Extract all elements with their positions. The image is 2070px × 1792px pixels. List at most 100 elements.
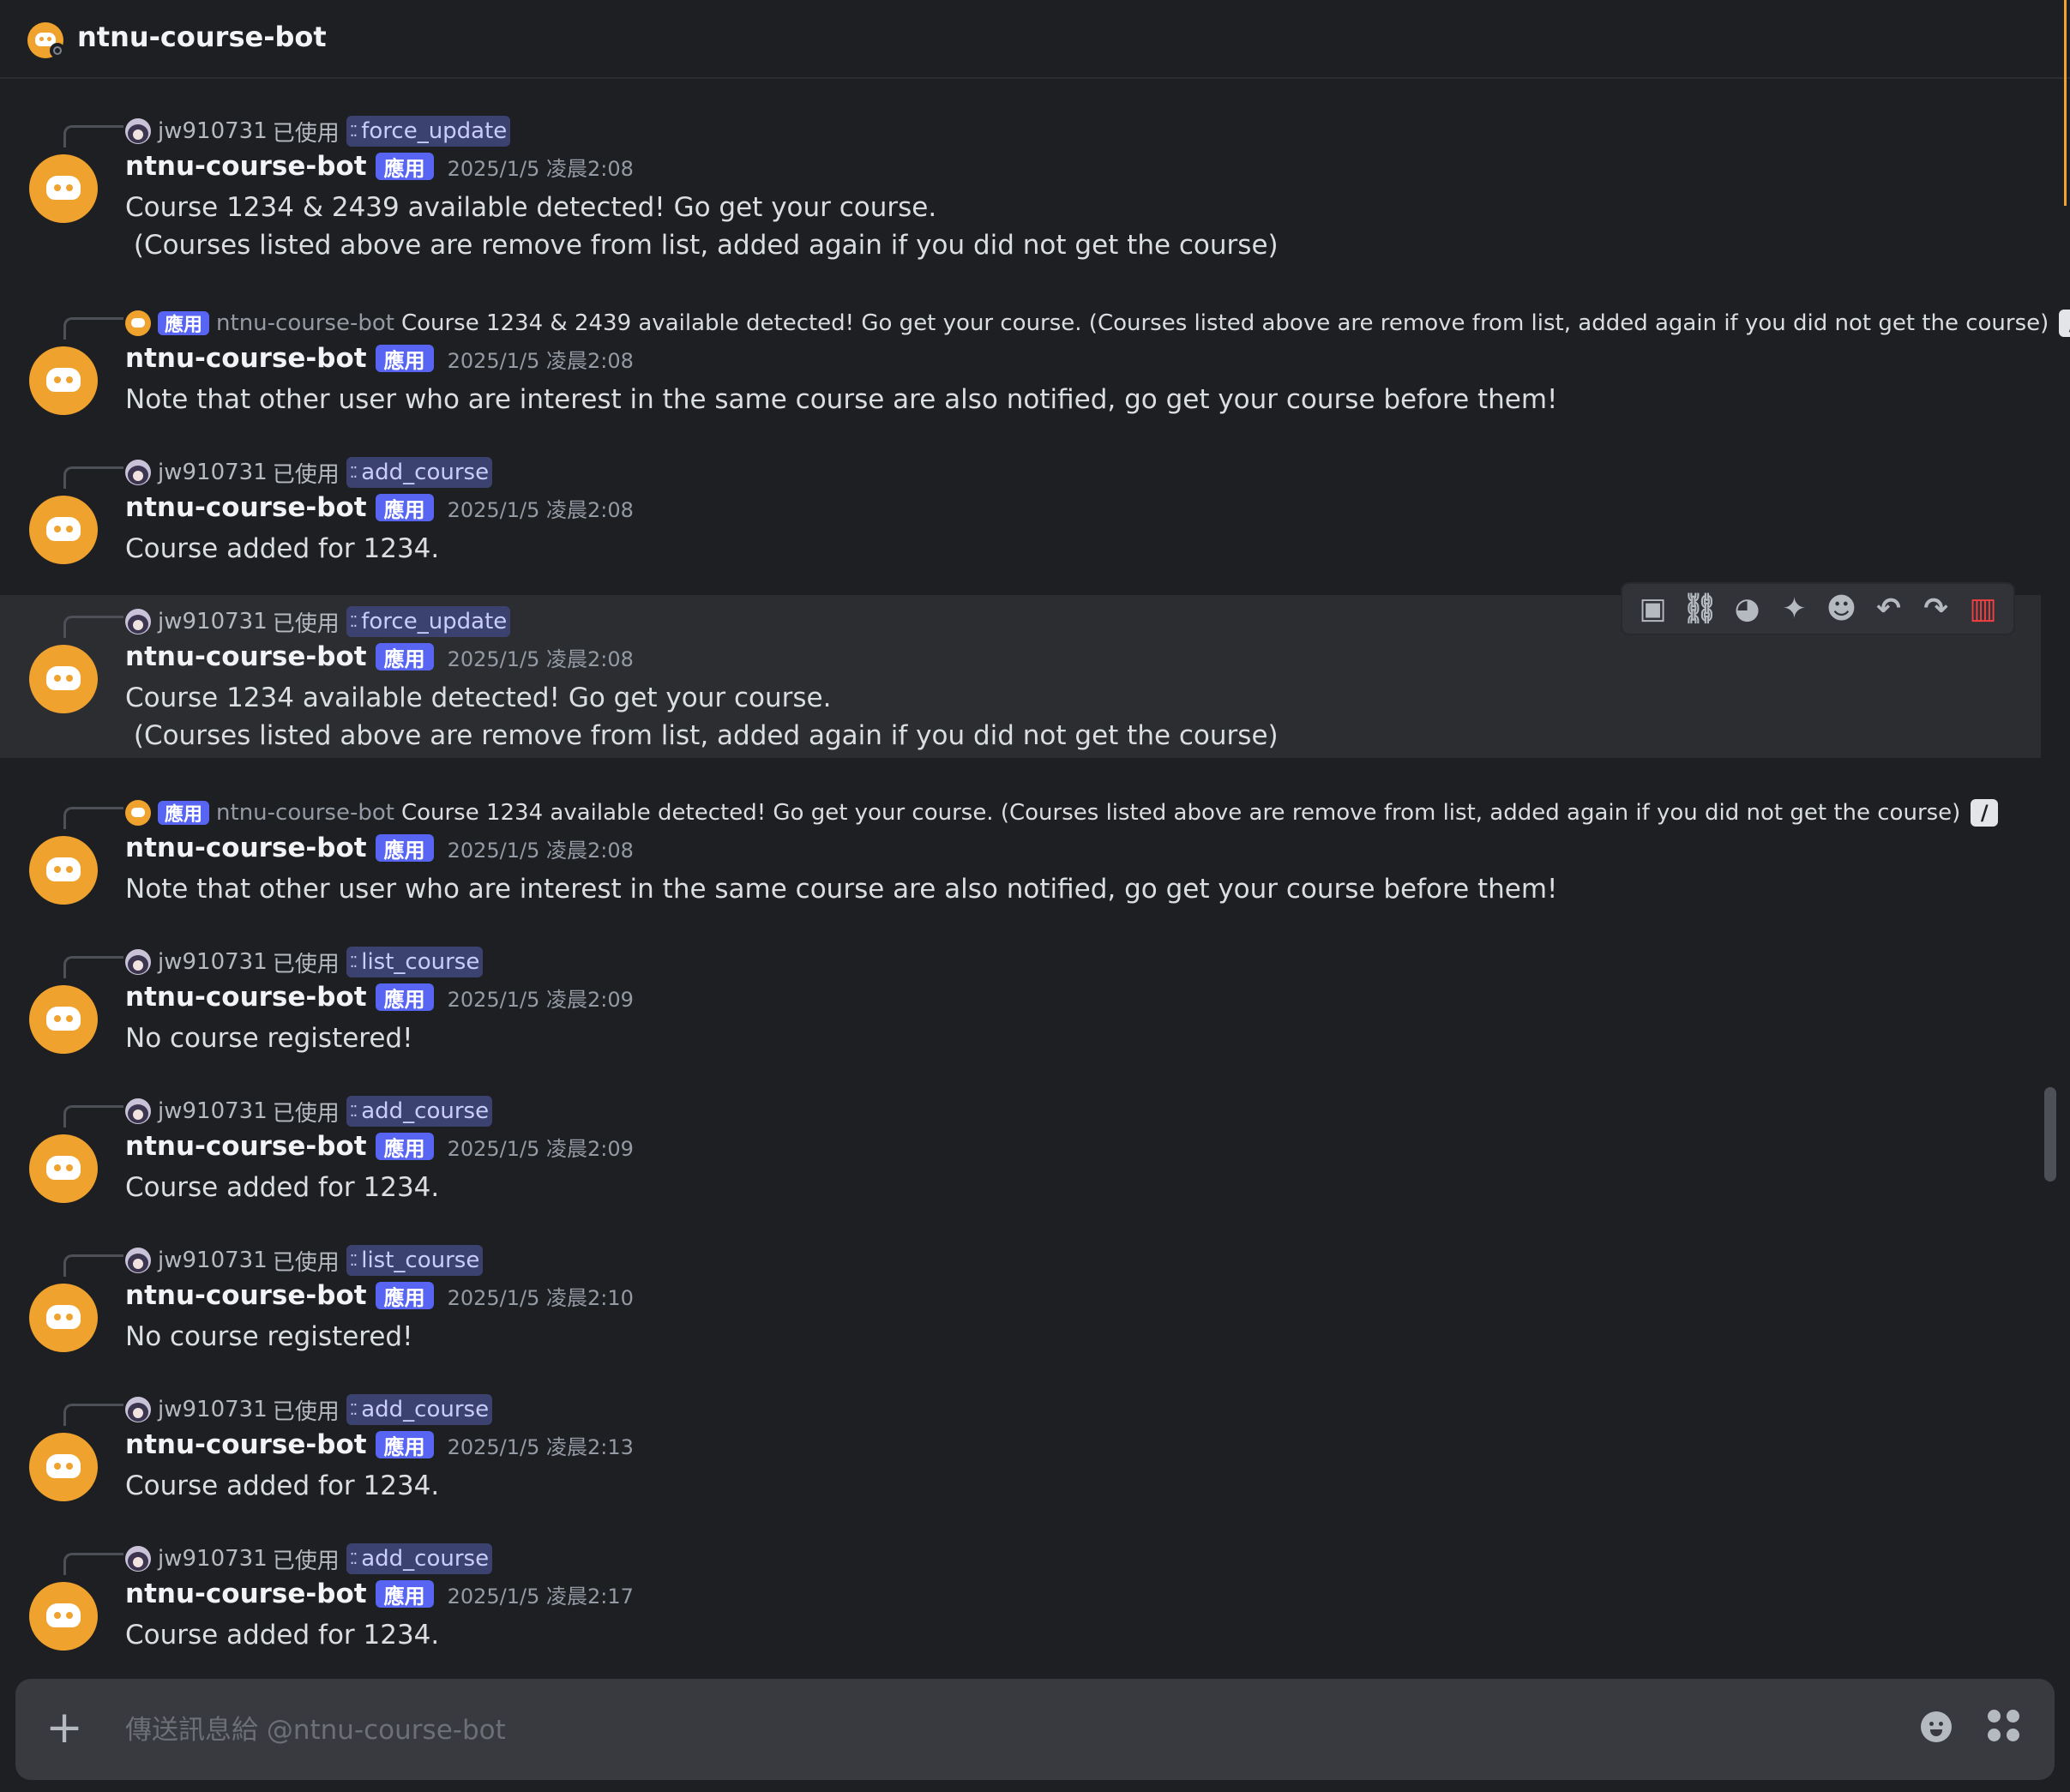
copy-link-icon[interactable]: ⛓ [1682,591,1718,627]
author-name[interactable]: ntnu-course-bot [125,1131,367,1162]
message[interactable]: jw910731 已使用 ⁚⁚ list_course ntnu-course-b… [0,935,2041,1073]
app-tag: 應用 [158,311,210,336]
timestamp[interactable]: 2025/1/5 凌晨2:08 [448,493,634,523]
reply-preview-text[interactable]: Course 1234 available detected! Go get y… [401,800,1960,826]
emoji-icon[interactable] [1921,1711,1952,1742]
user-avatar[interactable] [125,1248,151,1273]
message[interactable]: jw910731 已使用 ⁚⁚ add_course ntnu-course-bo… [0,1532,2041,1669]
scrollbar[interactable] [2044,1087,2056,1182]
author-name[interactable]: ntnu-course-bot [125,343,367,374]
bot-avatar[interactable] [29,1284,98,1352]
message[interactable]: 應用 ntnu-course-bot Course 1234 available… [0,786,2041,923]
message[interactable]: jw910731 已使用 ⁚⁚ add_course ntnu-course-bo… [0,446,2041,583]
author-name[interactable]: ntnu-course-bot [125,492,367,523]
command-user[interactable]: jw910731 [158,609,268,634]
timestamp[interactable]: 2025/1/5 凌晨2:09 [448,983,634,1013]
attach-plus-icon[interactable]: + [45,1705,84,1750]
reply-reference[interactable]: 應用 ntnu-course-bot Course 1234 & 2439 av… [125,307,2070,340]
timestamp[interactable]: 2025/1/5 凌晨2:08 [448,833,634,863]
bot-avatar[interactable] [29,346,98,415]
user-avatar[interactable] [125,1098,151,1124]
bot-avatar[interactable] [29,985,98,1054]
copy-id-icon[interactable]: ▣ [1635,591,1671,627]
user-avatar[interactable] [125,1546,151,1572]
timestamp[interactable]: 2025/1/5 凌晨2:08 [448,344,634,374]
command-name: add_course [361,1098,490,1124]
message[interactable]: 應用 ntnu-course-bot Course 1234 & 2439 av… [0,297,2070,434]
reply-reference[interactable]: jw910731 已使用 ⁚⁚ list_course [125,946,484,978]
reply-reference[interactable]: jw910731 已使用 ⁚⁚ add_course [125,1542,493,1575]
bot-avatar[interactable] [29,1433,98,1501]
bot-avatar[interactable] [29,154,98,223]
message[interactable]: jw910731 已使用 ⁚⁚ list_course ntnu-course-b… [0,1234,2041,1371]
timestamp[interactable]: 2025/1/5 凌晨2:09 [448,1132,634,1162]
reply-preview-text[interactable]: Course 1234 & 2439 available detected! G… [401,310,2049,336]
command-user[interactable]: jw910731 [158,949,268,975]
forward-icon[interactable]: ↷ [1918,591,1954,627]
reply-reference[interactable]: jw910731 已使用 ⁚⁚ add_course [125,456,493,489]
command-user[interactable]: jw910731 [158,1248,268,1273]
author-name[interactable]: ntnu-course-bot [125,982,367,1013]
message[interactable]: jw910731 已使用 ⁚⁚ force_update ntnu-course-… [0,105,2041,268]
scroll-indicator [2064,0,2067,206]
command-pill[interactable]: ⁚⁚ add_course [346,1096,493,1127]
pin-icon[interactable]: ✦ [1777,591,1813,627]
author-name[interactable]: ntnu-course-bot [125,833,367,863]
command-name: force_update [361,118,508,144]
apps-icon[interactable] [1988,1710,2022,1744]
command-user[interactable]: jw910731 [158,118,268,144]
user-avatar[interactable] [125,460,151,485]
bot-avatar[interactable] [29,1582,98,1651]
delete-icon[interactable]: ▥ [1965,591,2001,627]
author-name[interactable]: ntnu-course-bot [125,151,367,182]
app-tag: 應用 [375,1580,434,1609]
message-header: ntnu-course-bot 應用 2025/1/5 凌晨2:08 [125,641,634,672]
command-user[interactable]: jw910731 [158,1546,268,1572]
user-avatar[interactable] [125,609,151,634]
reply-connector [63,466,123,489]
command-user[interactable]: jw910731 [158,1098,268,1124]
bot-avatar[interactable] [29,836,98,905]
bot-avatar[interactable] [29,496,98,564]
command-pill[interactable]: ⁚⁚ list_course [346,1245,484,1276]
reply-reference[interactable]: jw910731 已使用 ⁚⁚ list_course [125,1244,484,1277]
command-pill[interactable]: ⁚⁚ force_update [346,606,511,637]
message-header: ntnu-course-bot 應用 2025/1/5 凌晨2:13 [125,1429,634,1460]
reply-connector [63,616,123,638]
message-list[interactable]: jw910731 已使用 ⁚⁚ force_update ntnu-course-… [0,81,2070,1675]
add-reaction-icon[interactable]: ☻ [1824,591,1860,627]
reply-reference[interactable]: jw910731 已使用 ⁚⁚ add_course [125,1095,493,1128]
author-name[interactable]: ntnu-course-bot [125,1579,367,1609]
author-name[interactable]: ntnu-course-bot [125,1280,367,1311]
command-pill[interactable]: ⁚⁚ add_course [346,1543,493,1574]
user-avatar[interactable] [125,949,151,975]
command-user[interactable]: jw910731 [158,460,268,485]
create-thread-icon[interactable]: ◕ [1730,591,1766,627]
command-pill[interactable]: ⁚⁚ force_update [346,116,511,147]
timestamp[interactable]: 2025/1/5 凌晨2:10 [448,1281,634,1311]
reply-reference[interactable]: 應用 ntnu-course-bot Course 1234 available… [125,797,1999,829]
message[interactable]: jw910731 已使用 ⁚⁚ add_course ntnu-course-bo… [0,1383,2041,1520]
author-name[interactable]: ntnu-course-bot [125,641,367,672]
command-pill[interactable]: ⁚⁚ list_course [346,947,484,977]
timestamp[interactable]: 2025/1/5 凌晨2:08 [448,642,634,672]
reply-reference[interactable]: jw910731 已使用 ⁚⁚ add_course [125,1393,493,1426]
reply-author[interactable]: ntnu-course-bot [216,800,394,826]
author-name[interactable]: ntnu-course-bot [125,1429,367,1460]
reply-reference[interactable]: jw910731 已使用 ⁚⁚ force_update [125,605,511,638]
command-pill[interactable]: ⁚⁚ add_course [346,1394,493,1425]
timestamp[interactable]: 2025/1/5 凌晨2:08 [448,152,634,182]
timestamp[interactable]: 2025/1/5 凌晨2:17 [448,1579,634,1609]
reply-author[interactable]: ntnu-course-bot [216,310,394,336]
user-avatar[interactable] [125,1397,151,1422]
command-pill[interactable]: ⁚⁚ add_course [346,457,493,488]
reply-reference[interactable]: jw910731 已使用 ⁚⁚ force_update [125,115,511,147]
reply-icon[interactable]: ↶ [1871,591,1907,627]
message-input[interactable]: 傳送訊息給 @ntnu-course-bot [125,1708,506,1747]
bot-avatar[interactable] [29,1134,98,1203]
user-avatar[interactable] [125,118,151,144]
message[interactable]: jw910731 已使用 ⁚⁚ add_course ntnu-course-bo… [0,1085,2041,1222]
command-user[interactable]: jw910731 [158,1397,268,1422]
bot-avatar[interactable] [29,645,98,713]
timestamp[interactable]: 2025/1/5 凌晨2:13 [448,1430,634,1460]
